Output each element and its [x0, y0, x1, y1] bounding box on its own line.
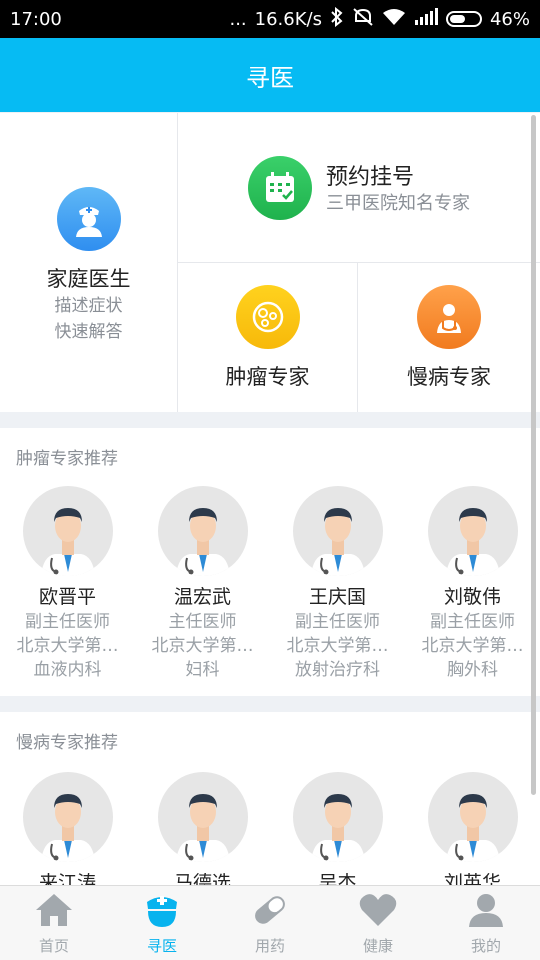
doctor-hospital: 北京大学第… [151, 636, 254, 656]
chronic-expert-card[interactable]: 慢病专家 [358, 263, 540, 412]
home-icon [34, 892, 74, 932]
bluetooth-icon [330, 6, 344, 32]
doctor-hospital: 北京大学第… [421, 636, 524, 656]
tab-medicine[interactable]: 用药 [216, 886, 324, 960]
status-bar: 17:00 ... 16.6K/s 46% [0, 0, 540, 38]
calendar-icon [248, 155, 312, 220]
doctor-name: 刘英华 [443, 872, 501, 885]
doctor-name: 温宏武 [173, 586, 231, 608]
doctor-title: 副主任医师 [295, 612, 380, 632]
battery-percent: 46% [489, 8, 530, 30]
tumor-expert-card[interactable]: 肿瘤专家 [178, 263, 358, 412]
doctor-avatar [157, 486, 248, 576]
family-doctor-sub2: 快速解答 [54, 322, 123, 342]
section-title: 慢病专家推荐 [16, 733, 118, 753]
tab-label: 健康 [362, 937, 393, 955]
nurse-icon [56, 187, 121, 251]
doctor-hospital: 北京大学第… [16, 636, 119, 656]
family-doctor-title: 家庭医生 [46, 267, 131, 291]
doctor-title: 主任医师 [168, 612, 237, 632]
services-panel: 家庭医生 描述症状 快速解答 预约挂号 三甲医院知名专家 肿瘤专家 慢病专家 [0, 113, 540, 412]
user-icon [466, 892, 506, 932]
mute-icon [352, 7, 374, 32]
cells-icon [235, 285, 300, 349]
doctor-name: 吴杰 [318, 872, 357, 885]
doctor-avatar [157, 772, 248, 862]
doctor-card[interactable]: 吴杰 [270, 772, 405, 885]
doctor-name: 来江涛 [38, 872, 96, 885]
page-title: 寻医 [246, 63, 294, 92]
appointment-card[interactable]: 预约挂号 三甲医院知名专家 [178, 113, 540, 263]
doctor-name: 马德选 [173, 872, 231, 885]
pill-icon [250, 892, 290, 932]
doctor-card[interactable]: 王庆国 副主任医师 北京大学第… 放射治疗科 [270, 486, 405, 682]
doctor-dept: 放射治疗科 [295, 660, 380, 680]
doctor-name: 刘敬伟 [443, 586, 501, 608]
doctor-card[interactable]: 来江涛 [0, 772, 135, 885]
appointment-title: 预约挂号 [326, 164, 415, 190]
bottom-tab-bar: 首页 寻医 用药 健康 我的 [0, 885, 540, 960]
doctor-title: 副主任医师 [25, 612, 110, 632]
tab-label: 寻医 [146, 937, 177, 955]
tumor-recommend-section: 肿瘤专家推荐 欧晋平 副主任医师 北京大学第… 血液内科 温宏武 主任医师 北京… [0, 428, 540, 696]
nurse-cap-icon [142, 892, 182, 932]
doctor-card[interactable]: 马德选 [135, 772, 270, 885]
doctor-name: 欧晋平 [38, 586, 96, 608]
tab-label: 用药 [254, 937, 285, 955]
appointment-sub: 三甲医院知名专家 [326, 192, 470, 214]
tab-home[interactable]: 首页 [0, 886, 108, 960]
doctor-card[interactable]: 刘敬伟 副主任医师 北京大学第… 胸外科 [405, 486, 540, 682]
doctor-name: 王庆国 [308, 586, 366, 608]
tab-label: 我的 [470, 937, 501, 955]
doctor-card[interactable]: 欧晋平 副主任医师 北京大学第… 血液内科 [0, 486, 135, 682]
signal-icon [414, 7, 438, 31]
doctor-avatar [427, 772, 518, 862]
doctor-title: 副主任医师 [430, 612, 515, 632]
doctor-avatar [292, 772, 383, 862]
wifi-icon [382, 8, 406, 31]
status-dots: ... [229, 8, 247, 30]
family-doctor-sub1: 描述症状 [54, 296, 123, 316]
family-doctor-card[interactable]: 家庭医生 描述症状 快速解答 [0, 113, 178, 412]
chronic-expert-title: 慢病专家 [407, 365, 491, 389]
tab-mine[interactable]: 我的 [432, 886, 540, 960]
doctor-avatar [22, 486, 113, 576]
tumor-expert-title: 肿瘤专家 [225, 365, 310, 389]
section-title: 肿瘤专家推荐 [16, 449, 118, 469]
doctor-hospital: 北京大学第… [286, 636, 389, 656]
doctor-card[interactable]: 温宏武 主任医师 北京大学第… 妇科 [135, 486, 270, 682]
heart-icon [358, 892, 398, 932]
doctor-dept: 血液内科 [33, 660, 102, 680]
doctor-avatar [292, 486, 383, 576]
header: 寻医 [0, 38, 540, 112]
scrollbar[interactable] [531, 115, 536, 795]
battery-icon [445, 11, 482, 27]
tab-find-doctor[interactable]: 寻医 [108, 886, 216, 960]
chronic-recommend-section: 慢病专家推荐 来江涛 马德选 吴杰 刘英华 [0, 712, 540, 885]
tab-label: 首页 [38, 937, 69, 955]
status-time: 17:00 [10, 8, 62, 30]
doctor-avatar [22, 772, 113, 862]
tab-health[interactable]: 健康 [324, 886, 432, 960]
doctor-dept: 妇科 [185, 660, 220, 680]
network-speed: 16.6K/s [254, 8, 322, 30]
doctor-icon [417, 285, 481, 349]
doctor-dept: 胸外科 [447, 660, 498, 680]
doctor-card[interactable]: 刘英华 [405, 772, 540, 885]
doctor-avatar [427, 486, 518, 576]
